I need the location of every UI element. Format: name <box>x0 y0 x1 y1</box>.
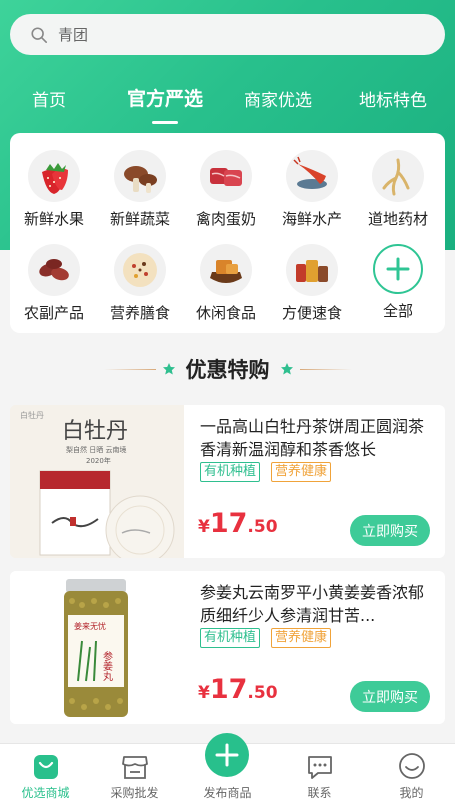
price-decimal: .50 <box>247 683 278 703</box>
dates-icon <box>28 244 80 296</box>
product-card[interactable]: 姜来无忧 参姜丸 参姜丸云南罗平小黄姜姜香浓郁质细纤少人参清润甘苦... 有机种… <box>10 571 445 724</box>
smile-face-icon <box>398 753 425 779</box>
store-icon <box>121 756 148 779</box>
snacks-icon <box>200 244 252 296</box>
category-seafood[interactable]: 海鲜水产 <box>269 150 355 229</box>
price-integer: 17 <box>209 674 248 705</box>
category-fresh-fruit[interactable]: 新鲜水果 <box>11 150 97 229</box>
tabbar-item-contact[interactable]: 联系 <box>274 744 365 802</box>
porridge-icon <box>114 244 166 296</box>
tabbar-label: 我的 <box>399 786 424 800</box>
tabbar-label: 联系 <box>307 786 332 800</box>
tag-organic: 有机种植 <box>200 628 261 648</box>
lobster-icon <box>286 150 338 202</box>
product-image: 姜来无忧 参姜丸 <box>10 571 184 724</box>
tag-healthy: 营养健康 <box>271 628 332 648</box>
tabbar-item-mine[interactable]: 我的 <box>366 744 455 802</box>
section-header: 优惠特购 <box>0 352 455 386</box>
product-price: ¥17.50 <box>198 508 278 539</box>
ginseng-icon <box>372 150 424 202</box>
tabbar-label: 发布商品 <box>203 786 252 800</box>
search-bar[interactable] <box>10 14 445 55</box>
tab-local-specialty[interactable]: 地标特色 <box>359 86 427 111</box>
tabbar-item-wholesale[interactable]: 采购批发 <box>89 744 180 802</box>
strawberry-icon <box>28 150 80 202</box>
category-grid: 新鲜水果 新鲜蔬菜 禽肉蛋奶 海鲜水产 道地药材 农副产品 营养膳食 休闲食品 … <box>10 133 445 333</box>
brand-mark: 白牡丹 <box>20 410 44 420</box>
category-fresh-vegetables[interactable]: 新鲜蔬菜 <box>97 150 183 229</box>
category-meat-eggs-dairy[interactable]: 禽肉蛋奶 <box>183 150 269 229</box>
price-currency: ¥ <box>198 683 210 703</box>
product-title: 一品高山白牡丹茶饼周正圆润茶香清新温润醇和茶香悠长 <box>200 417 425 459</box>
meat-icon <box>200 150 252 202</box>
shopping-bag-icon <box>33 755 58 779</box>
product-title: 参姜丸云南罗平小黄姜姜香浓郁质细纤少人参清润甘苦... <box>200 583 425 625</box>
instant-food-icon <box>286 244 338 296</box>
chat-icon <box>307 756 332 779</box>
price-currency: ¥ <box>198 517 210 537</box>
divider-line <box>299 368 352 370</box>
tab-official-selection[interactable]: 官方严选 <box>127 84 203 111</box>
category-snacks[interactable]: 休闲食品 <box>183 244 269 323</box>
box-title: 白牡丹 <box>62 419 128 444</box>
jar-brand: 姜来无忧 <box>74 621 106 631</box>
category-herbal-medicine[interactable]: 道地药材 <box>355 150 441 229</box>
box-subtitle: 梨自然 日晒 云南境 <box>66 445 126 454</box>
buy-now-button[interactable]: 立即购买 <box>350 681 430 712</box>
tag-organic: 有机种植 <box>200 462 261 482</box>
search-icon <box>31 26 48 43</box>
tabbar-label: 优选商城 <box>21 786 70 800</box>
tag-healthy: 营养健康 <box>271 462 332 482</box>
tab-merchant-selection[interactable]: 商家优选 <box>244 86 312 111</box>
product-price: ¥17.50 <box>198 674 278 705</box>
price-decimal: .50 <box>247 517 278 537</box>
tab-home[interactable]: 首页 <box>32 86 66 111</box>
publish-button[interactable] <box>205 733 249 777</box>
category-nutrition-meals[interactable]: 营养膳食 <box>97 244 183 323</box>
product-image: 白牡丹 白牡丹 梨自然 日晒 云南境 2020年 <box>10 405 184 558</box>
divider-line <box>103 368 156 370</box>
mushroom-icon <box>114 150 166 202</box>
tabbar-label: 采购批发 <box>110 786 159 800</box>
category-all[interactable]: 全部 <box>355 244 441 321</box>
jar-label: 参姜丸 <box>101 650 113 681</box>
star-icon <box>162 363 175 375</box>
section-title: 优惠特购 <box>185 358 270 382</box>
tabbar-item-mall[interactable]: 优选商城 <box>0 744 91 802</box>
top-tabs: 首页 官方严选 商家优选 地标特色 <box>0 86 455 120</box>
category-instant-food[interactable]: 方便速食 <box>269 244 355 323</box>
buy-now-button[interactable]: 立即购买 <box>350 515 430 546</box>
add-circle-icon <box>215 743 239 767</box>
product-card[interactable]: 白牡丹 白牡丹 梨自然 日晒 云南境 2020年 一品高山白牡丹茶饼周正圆润茶香… <box>10 405 445 558</box>
category-agricultural-products[interactable]: 农副产品 <box>11 244 97 323</box>
active-tab-indicator <box>152 121 178 124</box>
search-input[interactable] <box>58 25 418 44</box>
star-icon <box>280 363 293 375</box>
plus-icon <box>373 244 423 294</box>
price-integer: 17 <box>209 508 248 539</box>
box-year: 2020年 <box>86 456 111 465</box>
